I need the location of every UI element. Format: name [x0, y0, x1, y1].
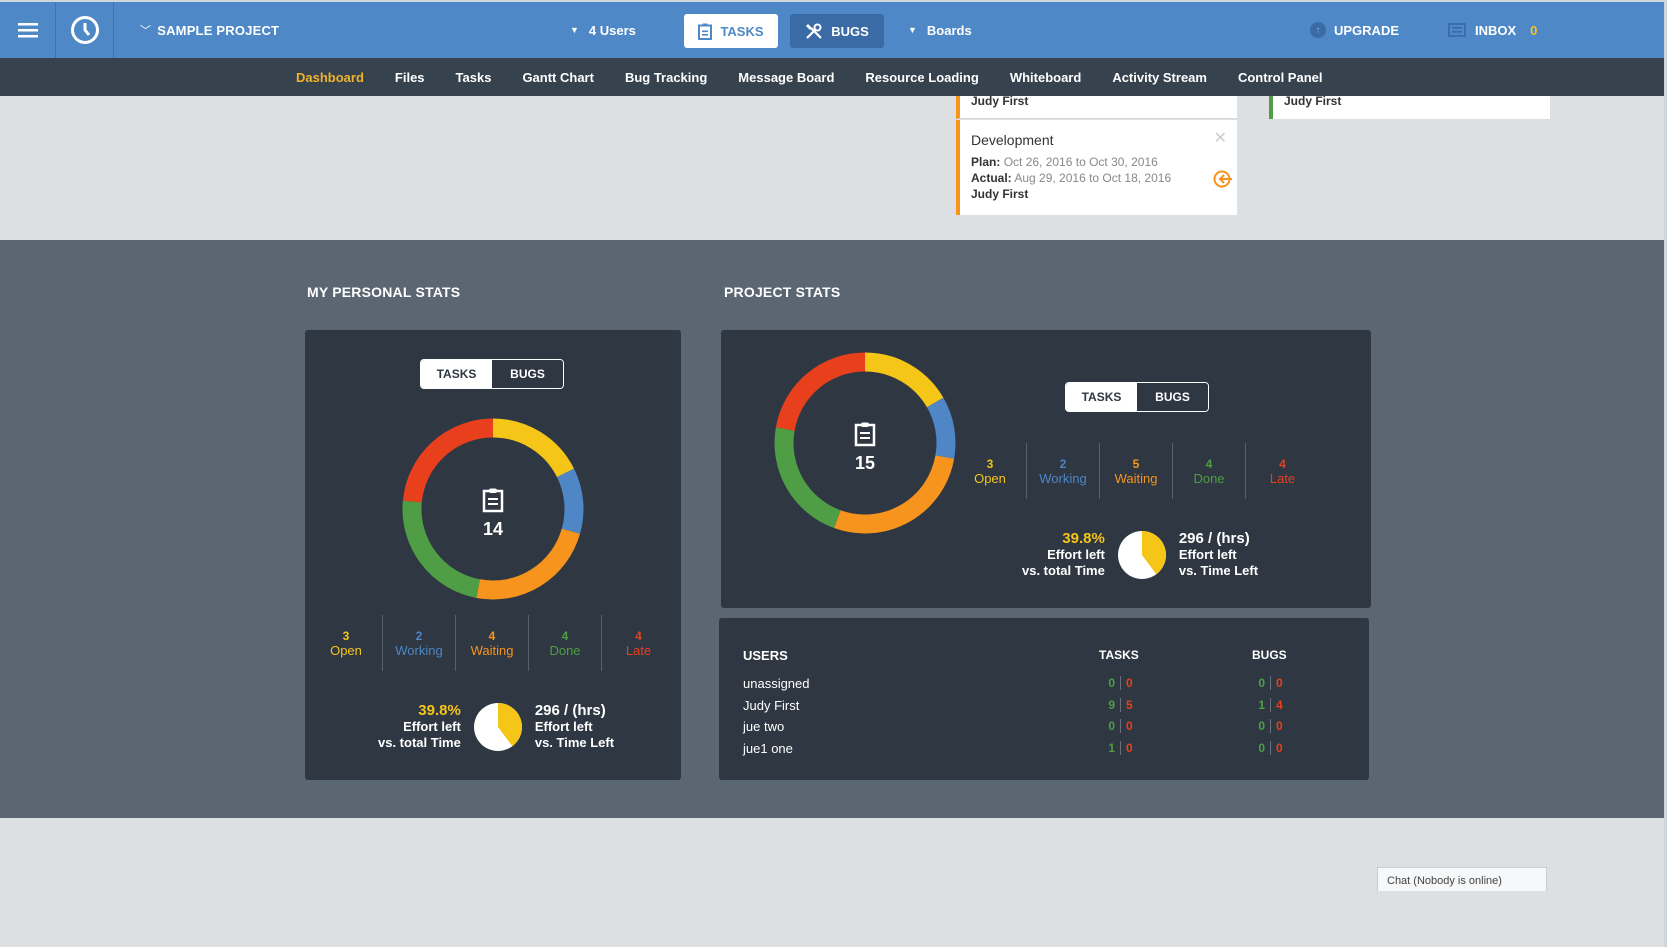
project-effort-pie	[1117, 531, 1166, 579]
chat-widget[interactable]: Chat (Nobody is online)	[1377, 867, 1547, 891]
table-row[interactable]: Judy First 95 14	[743, 698, 1303, 718]
inbox-count: 0	[1530, 22, 1538, 38]
nav-resource-loading[interactable]: Resource Loading	[865, 70, 978, 85]
table-row[interactable]: jue1 one 10 00	[743, 741, 1303, 761]
clipboard-icon	[854, 422, 876, 447]
milestone-card[interactable]: Judy First	[1269, 94, 1550, 119]
personal-count-done[interactable]: 4 Done	[529, 615, 602, 671]
donut-segment-working	[556, 468, 584, 534]
upgrade-button[interactable]: ↑ UPGRADE	[1310, 2, 1399, 58]
milestone-owner: Judy First	[971, 187, 1029, 201]
boards-dropdown[interactable]: ▼ Boards	[908, 2, 972, 58]
milestone-owner: Judy First	[971, 94, 1029, 108]
personal-counts: 3 Open 2 Working 4 Waiting 4 Done 4 Late	[310, 615, 675, 671]
clipboard-icon	[698, 23, 713, 40]
project-nav: Dashboard Files Tasks Gantt Chart Bug Tr…	[0, 58, 1667, 96]
personal-count-waiting[interactable]: 4 Waiting	[456, 615, 529, 671]
project-counts: 3 Open 2 Working 5 Waiting 4 Done 4 Late	[954, 443, 1319, 499]
personal-donut-center: 14	[463, 487, 523, 540]
home-logo[interactable]	[56, 2, 114, 58]
personal-count-late[interactable]: 4 Late	[602, 615, 675, 671]
project-stats-title: PROJECT STATS	[724, 284, 841, 300]
milestone-owner: Judy First	[1284, 94, 1342, 108]
personal-effort: 39.8% Effort left vs. total Time 296 / (…	[378, 702, 615, 751]
project-count-waiting[interactable]: 5 Waiting	[1100, 443, 1173, 499]
table-row[interactable]: jue two 00 00	[743, 719, 1303, 739]
milestone-actual: Actual: Aug 29, 2016 to Oct 18, 2016	[971, 171, 1172, 185]
personal-total: 14	[482, 519, 504, 539]
donut-segment-late	[775, 352, 866, 431]
nav-message-board[interactable]: Message Board	[738, 70, 834, 85]
milestone-card[interactable]: Judy First	[956, 94, 1237, 119]
personal-toggle-tasks[interactable]: TASKS	[421, 360, 492, 388]
hamburger-menu-icon	[17, 23, 38, 38]
close-icon[interactable]: ✕	[1214, 128, 1227, 148]
clock-icon	[70, 16, 99, 44]
nav-activity-stream[interactable]: Activity Stream	[1112, 70, 1207, 85]
milestone-card-development[interactable]: Development Plan: Oct 26, 2016 to Oct 30…	[956, 120, 1237, 215]
nav-whiteboard[interactable]: Whiteboard	[1010, 70, 1082, 85]
nav-dashboard[interactable]: Dashboard	[296, 70, 364, 85]
personal-effort-pie	[473, 703, 522, 751]
menu-button[interactable]	[0, 2, 56, 58]
users-dropdown[interactable]: ▼ 4 Users	[570, 2, 636, 58]
inbox-button[interactable]: INBOX 0	[1448, 2, 1537, 58]
project-total: 15	[854, 453, 876, 473]
clipboard-icon	[482, 488, 504, 513]
caret-down-icon: ▼	[570, 25, 579, 35]
personal-stats-title: MY PERSONAL STATS	[307, 284, 461, 300]
tools-icon	[806, 23, 822, 39]
users-table-header: USERS TASKS BUGS	[743, 648, 1287, 663]
project-selector[interactable]: ﹀ SAMPLE PROJECT	[140, 2, 279, 58]
project-toggle: TASKS BUGS	[1065, 382, 1209, 412]
personal-count-open[interactable]: 3 Open	[310, 615, 383, 671]
project-toggle-tasks[interactable]: TASKS	[1066, 383, 1137, 411]
inbox-icon	[1448, 23, 1466, 37]
nav-control-panel[interactable]: Control Panel	[1238, 70, 1323, 85]
donut-segment-done	[774, 427, 841, 529]
nav-bug-tracking[interactable]: Bug Tracking	[625, 70, 707, 85]
table-row[interactable]: unassigned 00 00	[743, 676, 1303, 696]
donut-segment-open	[492, 418, 575, 478]
arrow-left-circle-icon[interactable]	[1211, 168, 1233, 195]
personal-hours: 296 / (hrs)	[534, 702, 606, 719]
project-count-open[interactable]: 3 Open	[954, 443, 1027, 499]
nav-gantt-chart[interactable]: Gantt Chart	[522, 70, 594, 85]
project-count-late[interactable]: 4 Late	[1246, 443, 1319, 499]
nav-tasks[interactable]: Tasks	[456, 70, 492, 85]
tasks-button[interactable]: TASKS	[684, 14, 778, 48]
arrow-up-circle-icon: ↑	[1310, 22, 1326, 38]
project-donut-center: 15	[835, 421, 895, 474]
chevron-down-icon: ﹀	[140, 25, 152, 37]
caret-down-icon: ▼	[908, 25, 917, 35]
personal-toggle-bugs[interactable]: BUGS	[492, 360, 563, 388]
milestone-plan: Plan: Oct 26, 2016 to Oct 30, 2016	[971, 155, 1158, 169]
project-count-working[interactable]: 2 Working	[1027, 443, 1100, 499]
project-effort-pct: 39.8%	[1062, 530, 1105, 547]
project-hours: 296 / (hrs)	[1178, 530, 1250, 547]
project-count-done[interactable]: 4 Done	[1173, 443, 1246, 499]
personal-toggle: TASKS BUGS	[420, 359, 564, 389]
project-toggle-bugs[interactable]: BUGS	[1137, 383, 1208, 411]
bugs-button[interactable]: BUGS	[790, 14, 884, 48]
top-bar: ﹀ SAMPLE PROJECT ▼ 4 Users TASKS BUGS ▼ …	[0, 0, 1667, 58]
donut-segment-open	[864, 352, 944, 408]
personal-count-working[interactable]: 2 Working	[383, 615, 456, 671]
personal-effort-pct: 39.8%	[418, 702, 461, 719]
nav-files[interactable]: Files	[395, 70, 425, 85]
donut-segment-working	[926, 397, 956, 459]
project-effort: 39.8% Effort left vs. total Time 296 / (…	[1022, 530, 1259, 579]
milestone-title: Development	[971, 132, 1054, 148]
